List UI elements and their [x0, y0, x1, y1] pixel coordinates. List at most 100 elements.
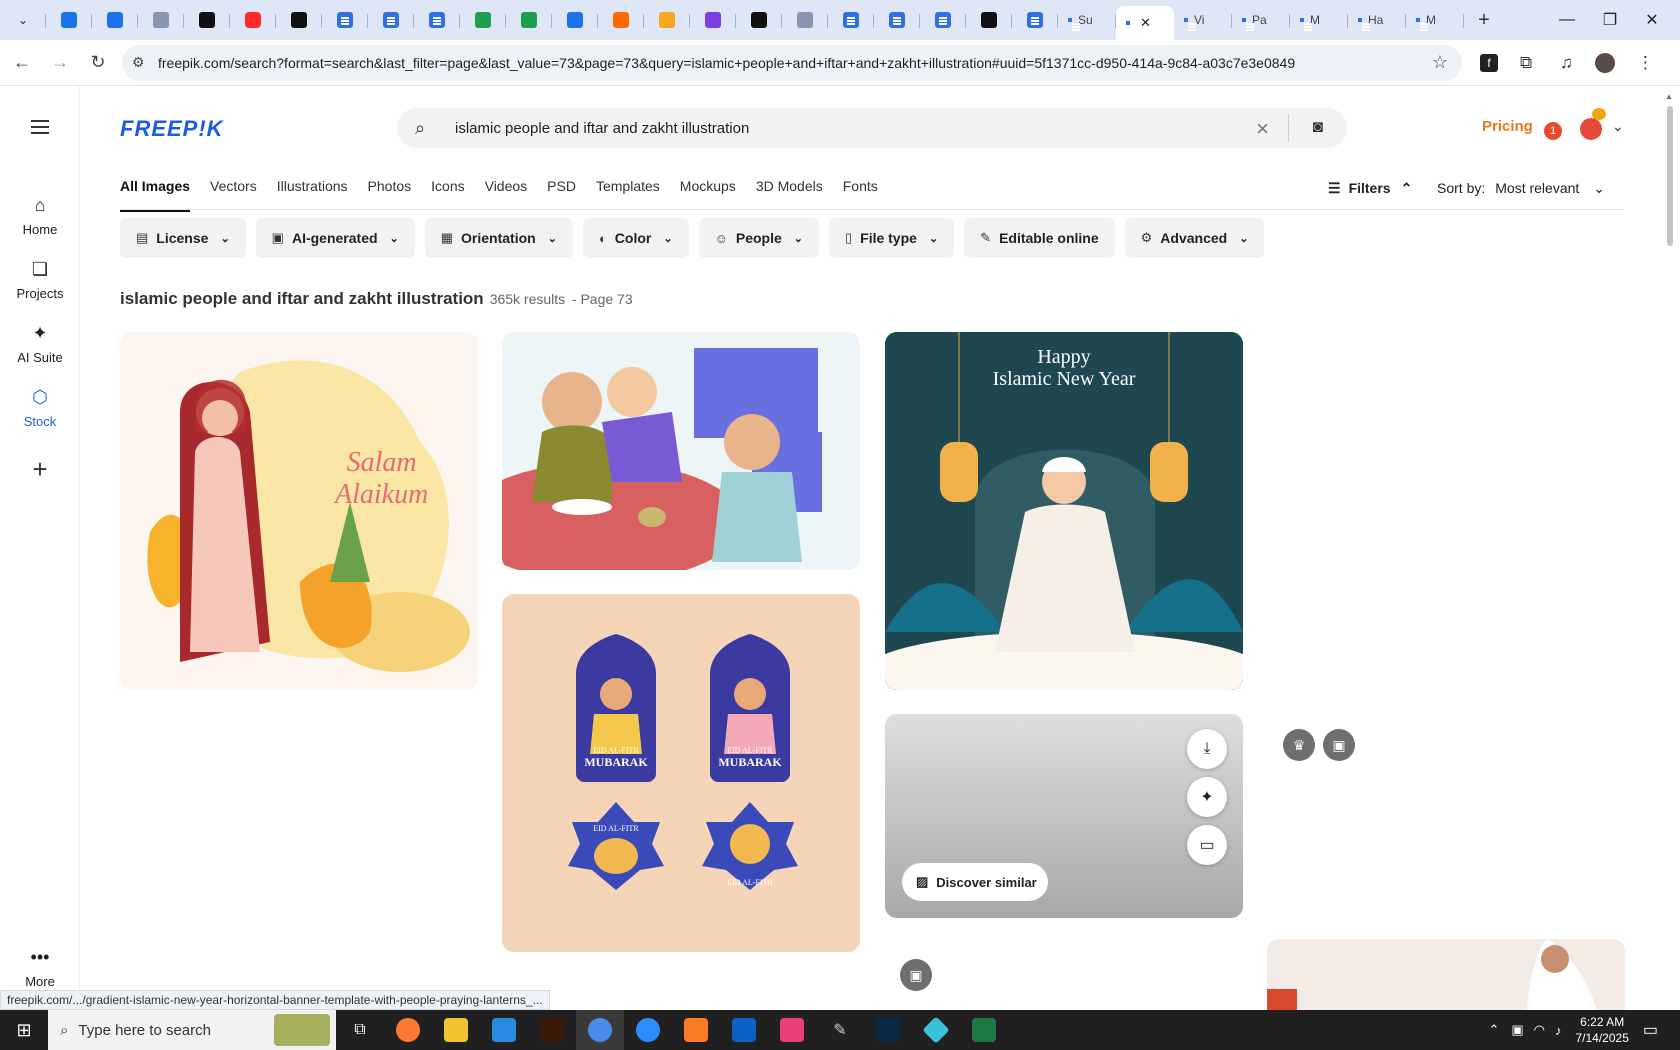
ai-generated-filter[interactable]: ▣ AI-generated ⌄	[255, 218, 415, 258]
browser-tab[interactable]	[460, 4, 506, 36]
browser-tab[interactable]: Vi	[1174, 4, 1232, 36]
notification-badge[interactable]: 1	[1544, 122, 1562, 140]
tab-search-button[interactable]: ⌄	[0, 4, 46, 36]
advanced-filter[interactable]: ⚙ Advanced ⌄	[1124, 218, 1265, 258]
volume-icon[interactable]: ♪	[1555, 1023, 1562, 1038]
chevron-down-icon[interactable]: ⌄	[1612, 118, 1624, 135]
tab-3d-models[interactable]: 3D Models	[756, 178, 823, 212]
browser-tab[interactable]: Pa	[1232, 4, 1290, 36]
vscode-icon[interactable]	[480, 1010, 528, 1050]
firefox-icon[interactable]	[384, 1010, 432, 1050]
extension-icon[interactable]: f	[1480, 54, 1498, 72]
xampp-icon[interactable]	[672, 1010, 720, 1050]
browser-tab[interactable]	[230, 4, 276, 36]
browser-tab[interactable]	[920, 4, 966, 36]
taskbar-clock[interactable]: 6:22 AM 7/14/2025	[1575, 1014, 1628, 1046]
tab-vectors[interactable]: Vectors	[210, 178, 257, 212]
browser-tab[interactable]	[46, 4, 92, 36]
network-icon[interactable]: ▣	[1511, 1022, 1523, 1038]
clear-search-icon[interactable]: ×	[1256, 116, 1269, 142]
url-text[interactable]: freepik.com/search?format=search&last_fi…	[158, 55, 1295, 71]
editable-online-filter[interactable]: ✎ Editable online	[964, 218, 1115, 258]
filters-toggle[interactable]: ☰ Filters ⌃	[1328, 180, 1412, 197]
tab-mockups[interactable]: Mockups	[680, 178, 736, 212]
windows-start-icon[interactable]: ⊞	[0, 1010, 48, 1050]
browser-tab[interactable]: M	[1406, 4, 1464, 36]
chrome-icon[interactable]	[576, 1010, 624, 1050]
search-bar[interactable]: ⌕ islamic people and iftar and zakht ill…	[397, 108, 1347, 148]
excel-icon[interactable]	[960, 1010, 1008, 1050]
tab-psd[interactable]: PSD	[547, 178, 576, 212]
sidebar-item-ai-suite[interactable]: ✦ AI Suite	[0, 322, 80, 365]
add-tool-button[interactable]: +	[20, 450, 60, 490]
license-filter[interactable]: ▤ License ⌄	[120, 218, 246, 258]
search-input[interactable]: islamic people and iftar and zakht illus…	[455, 120, 749, 137]
creative-cloud-icon[interactable]	[768, 1010, 816, 1050]
browser-tab[interactable]	[644, 4, 690, 36]
camera-search-icon[interactable]: ◙	[1313, 117, 1323, 137]
browser-tab-active[interactable]: ✕	[1116, 6, 1174, 40]
tab-photos[interactable]: Photos	[368, 178, 412, 212]
illustrator-icon[interactable]	[528, 1010, 576, 1050]
browser-tab[interactable]	[322, 4, 368, 36]
chevron-up-icon[interactable]: ⌃	[1488, 1022, 1499, 1038]
notifications-icon[interactable]: ▭	[1643, 1020, 1658, 1040]
tab-icons[interactable]: Icons	[431, 178, 464, 212]
browser-tab[interactable]	[276, 4, 322, 36]
image-card[interactable]	[1267, 939, 1625, 1010]
browser-tab[interactable]	[506, 4, 552, 36]
page-scrollbar[interactable]: ▲	[1664, 92, 1674, 1012]
orientation-filter[interactable]: ▦ Orientation ⌄	[424, 218, 573, 258]
browser-tab[interactable]	[552, 4, 598, 36]
sidebar-item-home[interactable]: ⌂ Home	[0, 194, 80, 237]
browser-tab[interactable]	[414, 4, 460, 36]
sidebar-item-projects[interactable]: ❏ Projects	[0, 258, 80, 301]
image-card[interactable]	[502, 332, 860, 570]
tab-templates[interactable]: Templates	[596, 178, 660, 212]
image-card[interactable]: Salam Alaikum	[120, 332, 478, 690]
browser-tab[interactable]	[828, 4, 874, 36]
media-controls-icon[interactable]: ♫	[1560, 53, 1573, 73]
color-filter[interactable]: ◐ Color ⌄	[582, 218, 689, 258]
save-to-collection-button[interactable]: ▭	[1187, 825, 1227, 865]
browser-tab[interactable]	[966, 4, 1012, 36]
browser-tab[interactable]	[874, 4, 920, 36]
task-view-icon[interactable]: ⧉	[336, 1010, 384, 1050]
scroll-up-icon[interactable]: ▲	[1664, 92, 1674, 101]
freepik-logo[interactable]: FREEP!K	[120, 116, 224, 142]
file-explorer-icon[interactable]	[432, 1010, 480, 1050]
app-icon[interactable]	[912, 1010, 960, 1050]
people-filter[interactable]: ☺ People ⌄	[698, 218, 819, 258]
taskbar-search[interactable]: ⌕ Type here to search	[48, 1010, 336, 1050]
discover-similar-button[interactable]: ▨ Discover similar	[902, 863, 1048, 901]
browser-tab[interactable]	[184, 4, 230, 36]
sidebar-item-more[interactable]: ••• More	[0, 946, 80, 989]
tab-all-images[interactable]: All Images	[120, 178, 191, 212]
bookmark-star-icon[interactable]: ☆	[1432, 52, 1448, 73]
sort-dropdown[interactable]: Sort by: Most relevant ⌄	[1437, 180, 1605, 197]
file-type-filter[interactable]: ▯ File type ⌄	[828, 218, 955, 258]
sidebar-item-stock[interactable]: ⬡ Stock	[0, 386, 80, 429]
profile-avatar-icon[interactable]	[1594, 53, 1615, 73]
puzzle-extensions-icon[interactable]: ⧉	[1520, 53, 1532, 73]
tab-illustrations[interactable]: Illustrations	[277, 178, 348, 212]
browser-tab[interactable]	[92, 4, 138, 36]
back-icon[interactable]: ←	[6, 47, 38, 79]
reload-icon[interactable]: ↻	[82, 47, 114, 79]
close-tab-icon[interactable]: ✕	[1140, 15, 1151, 31]
tab-fonts[interactable]: Fonts	[843, 178, 878, 212]
forward-icon[interactable]: →	[44, 47, 76, 79]
browser-tab[interactable]	[736, 4, 782, 36]
browser-tab[interactable]	[598, 4, 644, 36]
site-info-icon[interactable]: ⚙	[132, 54, 145, 71]
browser-tab[interactable]	[368, 4, 414, 36]
browser-tab[interactable]: M	[1290, 4, 1348, 36]
zoom-icon[interactable]	[624, 1010, 672, 1050]
browser-tab[interactable]: Su	[1058, 4, 1116, 36]
pen-tool-icon[interactable]: ✎	[816, 1010, 864, 1050]
browser-tab[interactable]	[690, 4, 736, 36]
browser-tab[interactable]	[138, 4, 184, 36]
new-tab-button[interactable]: +	[1464, 9, 1504, 32]
avatar[interactable]	[1580, 118, 1602, 140]
browser-tab[interactable]	[1012, 4, 1058, 36]
